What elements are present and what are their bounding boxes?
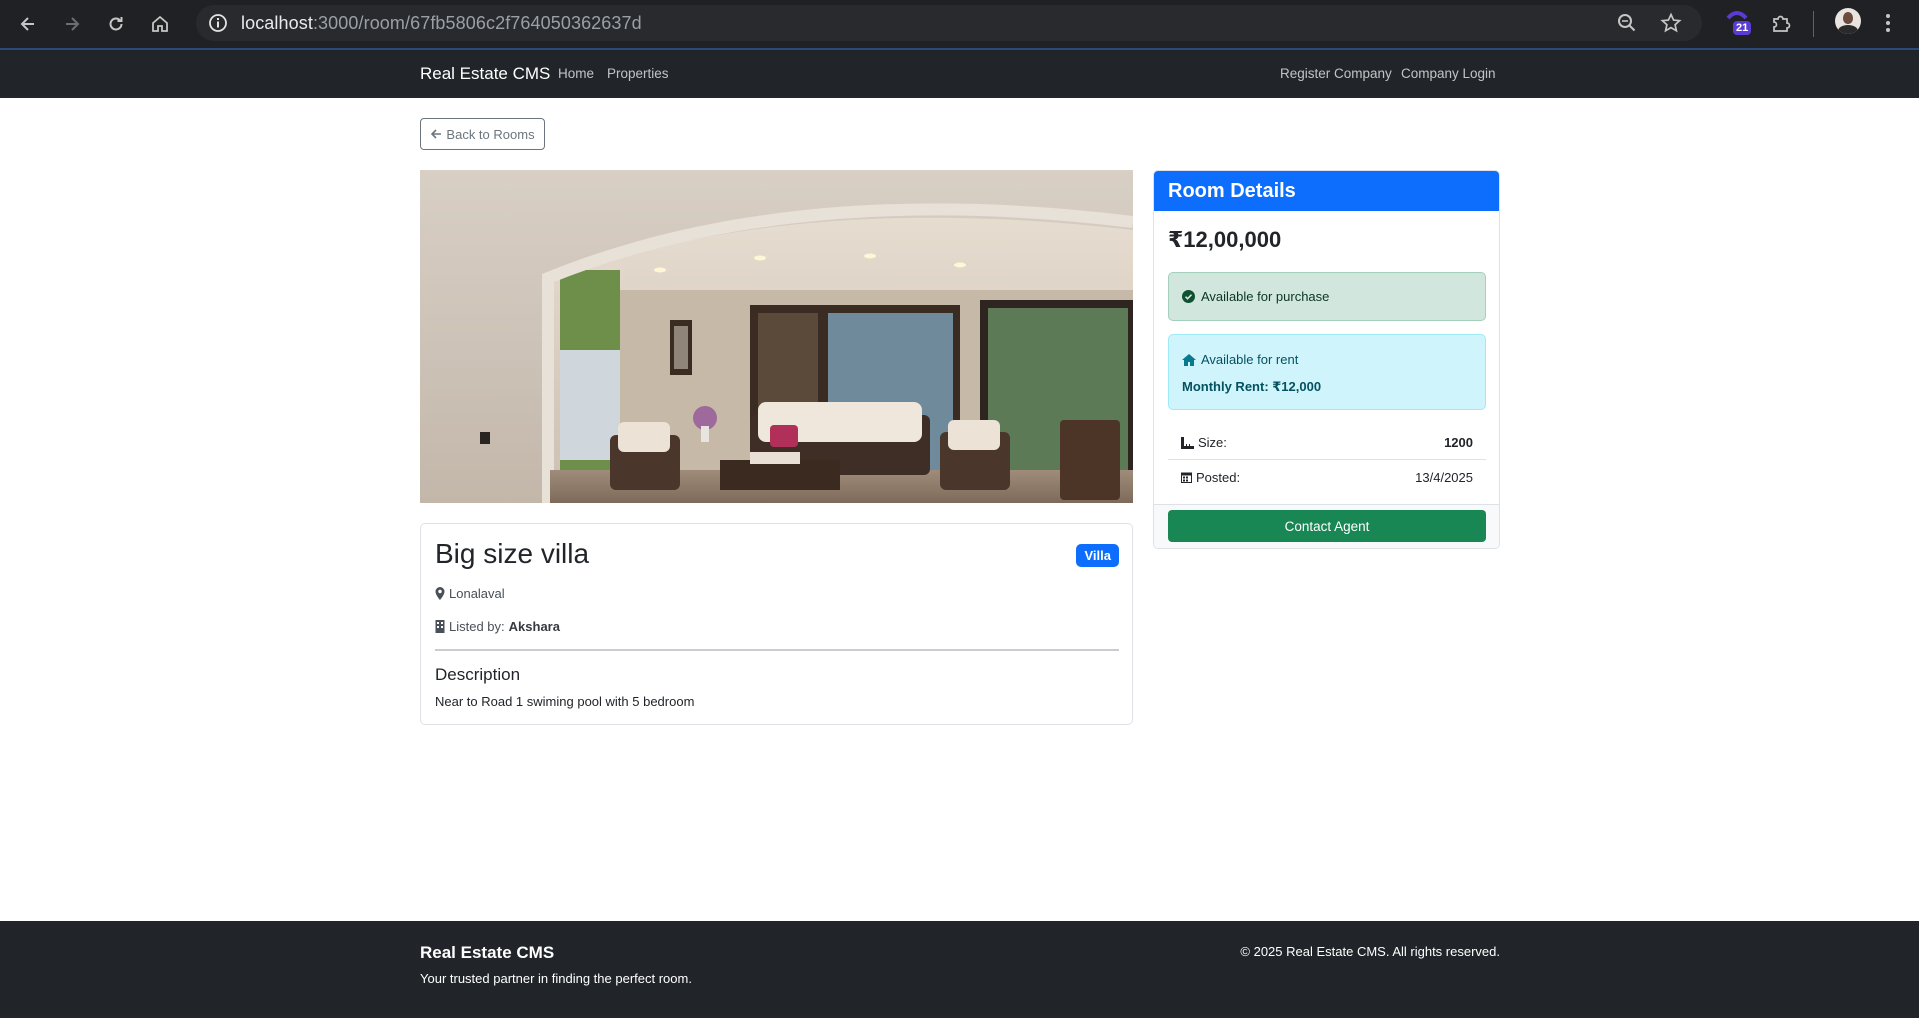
location-text: Lonalaval	[449, 586, 505, 601]
extensions-puzzle-icon[interactable]	[1770, 12, 1792, 34]
home-icon	[1182, 353, 1196, 366]
ruler-icon	[1181, 436, 1194, 449]
url-host: localhost	[241, 12, 313, 33]
forward-arrow-icon[interactable]	[60, 12, 84, 36]
site-navbar: Real Estate CMS Home Properties Register…	[0, 50, 1919, 98]
navbar-brand[interactable]: Real Estate CMS	[420, 64, 550, 84]
purchase-status-alert: Available for purchase	[1168, 272, 1486, 321]
back-button-label: Back to Rooms	[446, 126, 535, 142]
room-details-heading: Room Details	[1154, 171, 1499, 211]
nav-link-register-company[interactable]: Register Company	[1280, 66, 1392, 81]
more-menu-icon[interactable]	[1884, 12, 1892, 34]
back-arrow-icon[interactable]	[16, 12, 40, 36]
nav-link-company-login[interactable]: Company Login	[1401, 66, 1496, 81]
extension-icon-with-badge[interactable]: 21	[1724, 10, 1758, 40]
size-row: Size: 1200	[1168, 426, 1486, 460]
description-text: Near to Road 1 swiming pool with 5 bedro…	[435, 694, 695, 709]
contact-agent-button[interactable]: Contact Agent	[1168, 510, 1486, 542]
property-listed-by: Listed by: Akshara	[435, 619, 560, 634]
divider	[435, 649, 1119, 651]
calendar-icon	[1181, 471, 1192, 483]
arrow-left-icon	[430, 128, 442, 140]
bookmark-star-icon[interactable]	[1660, 12, 1682, 34]
monthly-rent: Monthly Rent: ₹12,000	[1182, 379, 1322, 394]
reload-icon[interactable]	[104, 12, 128, 36]
purchase-status-text: Available for purchase	[1201, 289, 1330, 304]
zoom-icon[interactable]	[1616, 12, 1638, 34]
price: ₹12,00,000	[1168, 227, 1282, 252]
footer-tagline: Your trusted partner in finding the perf…	[420, 971, 692, 986]
nav-link-properties[interactable]: Properties	[607, 66, 669, 81]
listed-by-name: Akshara	[508, 619, 560, 634]
posted-value: 13/4/2025	[1415, 469, 1473, 485]
posted-row: Posted: 13/4/2025	[1168, 460, 1486, 494]
home-icon[interactable]	[148, 12, 172, 36]
url-text[interactable]: localhost:3000/room/67fb5806c2f764050362…	[241, 13, 642, 34]
property-type-badge: Villa	[1076, 544, 1119, 567]
address-bar[interactable]: localhost:3000/room/67fb5806c2f764050362…	[196, 5, 1702, 41]
url-path: :3000/room/67fb5806c2f764050362637d	[312, 12, 642, 33]
browser-toolbar: localhost:3000/room/67fb5806c2f764050362…	[0, 0, 1919, 50]
site-info-icon[interactable]	[207, 12, 229, 34]
building-icon	[435, 620, 445, 633]
room-details-card: Room Details ₹12,00,000 Available for pu…	[1153, 170, 1500, 549]
rent-status-alert: Available for rent Monthly Rent: ₹12,000	[1168, 334, 1486, 410]
property-info-card: Big size villa Villa Lonalaval Listed by…	[420, 523, 1133, 725]
site-footer: Real Estate CMS Your trusted partner in …	[0, 921, 1919, 1018]
map-marker-icon	[435, 587, 445, 600]
property-location: Lonalaval	[435, 586, 505, 601]
footer-copyright: © 2025 Real Estate CMS. All rights reser…	[1240, 944, 1500, 959]
property-title: Big size villa	[435, 538, 590, 569]
check-circle-icon	[1182, 290, 1195, 303]
toolbar-separator	[1813, 11, 1814, 37]
profile-avatar[interactable]	[1835, 8, 1861, 34]
extension-badge-count: 21	[1733, 21, 1752, 35]
rent-status-text: Available for rent	[1201, 352, 1299, 367]
nav-link-home[interactable]: Home	[558, 66, 594, 81]
description-heading: Description	[435, 665, 521, 684]
size-value: 1200	[1444, 435, 1473, 450]
posted-label: Posted:	[1196, 469, 1241, 485]
property-image	[420, 170, 1133, 503]
back-to-rooms-button[interactable]: Back to Rooms	[420, 118, 545, 150]
size-label: Size:	[1198, 435, 1227, 450]
listed-by-label: Listed by:	[449, 619, 505, 634]
footer-brand: Real Estate CMS	[420, 943, 555, 962]
